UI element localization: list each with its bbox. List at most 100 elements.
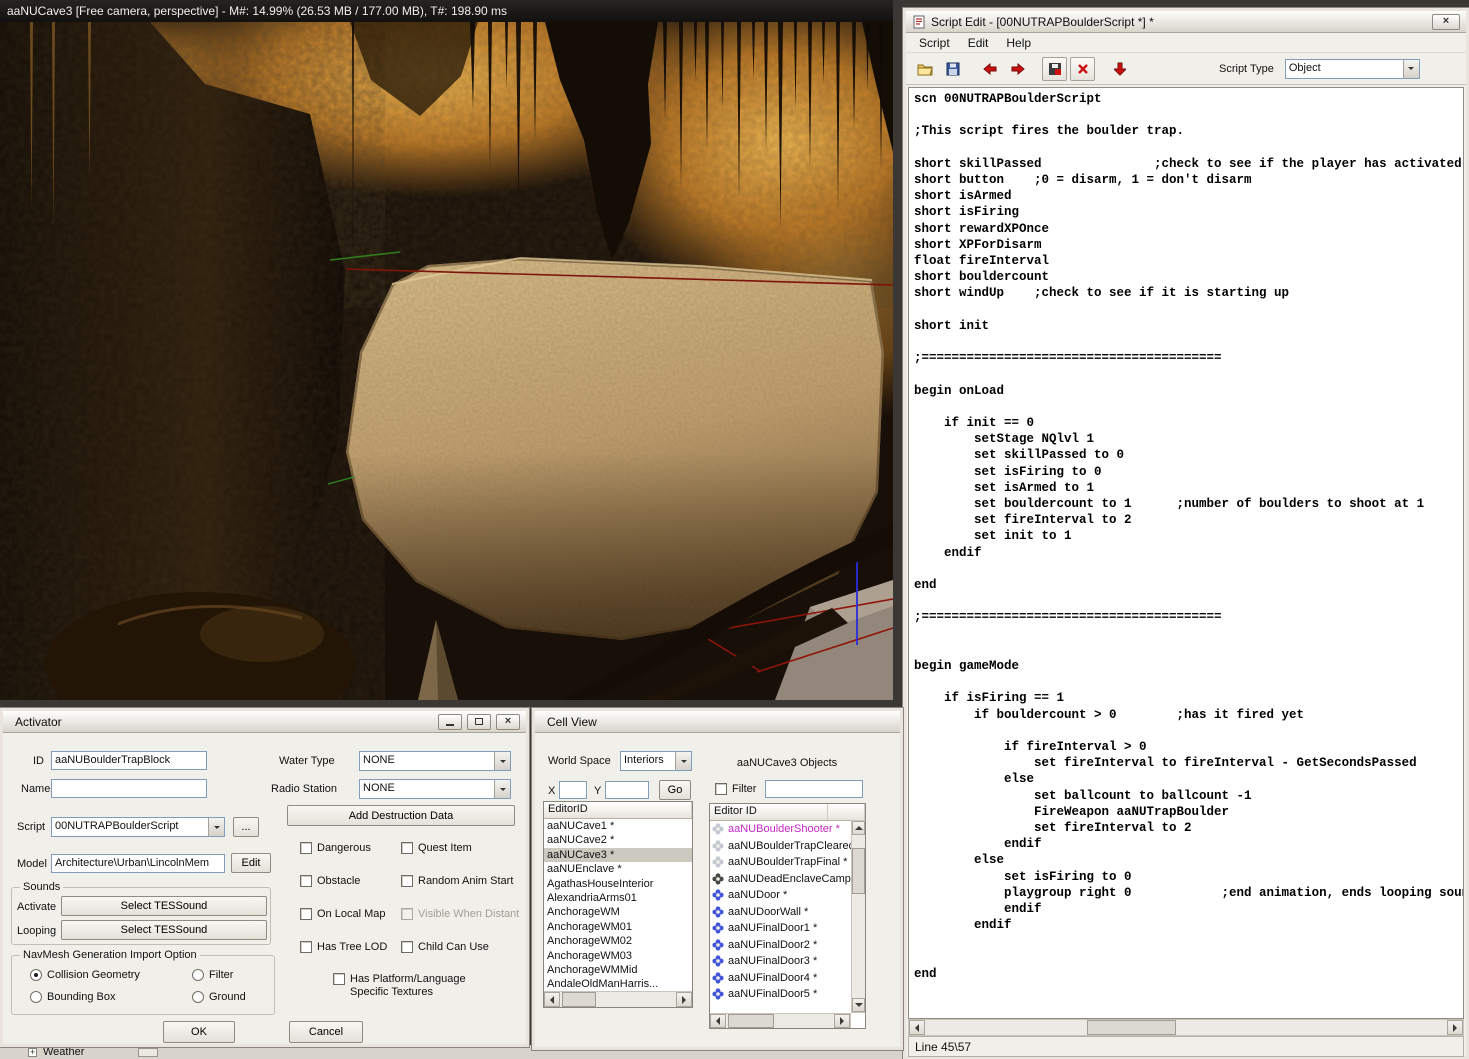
cell-row[interactable]: aaNUCave1 * — [544, 819, 692, 833]
object-row[interactable]: aaNUFinalDoor3 * — [710, 953, 851, 970]
radio-button[interactable] — [192, 969, 204, 981]
checkbox[interactable] — [333, 973, 345, 985]
model-edit-button[interactable]: Edit — [231, 853, 271, 873]
checkbox[interactable] — [401, 908, 413, 920]
menu-item[interactable]: Script — [910, 33, 959, 53]
object-row[interactable]: aaNUBoulderShooter * — [710, 821, 851, 838]
radio-button[interactable] — [192, 991, 204, 1003]
checkbox-option[interactable]: Obstacle — [300, 875, 387, 888]
scroll-left-button[interactable] — [909, 1020, 925, 1035]
cell-row[interactable]: AnchorageWM — [544, 905, 692, 919]
model-field[interactable]: Architecture\Urban\LincolnMem — [51, 854, 225, 873]
delete-script-button[interactable] — [1070, 57, 1095, 81]
filter-field[interactable] — [765, 780, 863, 798]
cell-row[interactable]: AnchorageWM01 — [544, 920, 692, 934]
combo-dropdown-button[interactable] — [675, 752, 691, 770]
scroll-thumb[interactable] — [562, 992, 596, 1007]
radio-option[interactable]: Bounding Box — [30, 991, 192, 1003]
close-button[interactable]: × — [496, 714, 520, 730]
script-text-area[interactable]: scn 00NUTRAPBoulderScript;This script fi… — [908, 87, 1464, 1019]
scroll-track[interactable] — [726, 1014, 834, 1028]
radio-option[interactable]: Filter — [192, 969, 274, 981]
looping-sound-button[interactable]: Select TESSound — [61, 920, 267, 940]
cell-row[interactable]: AnchorageWM02 — [544, 934, 692, 948]
object-row[interactable]: aaNUFinalDoor2 * — [710, 937, 851, 954]
cell-row[interactable]: AgathasHouseInterior — [544, 877, 692, 891]
tree-expander-icon[interactable]: + — [28, 1048, 37, 1057]
scroll-track[interactable] — [560, 992, 676, 1007]
checkbox[interactable] — [300, 842, 312, 854]
next-script-button[interactable] — [1005, 57, 1030, 81]
checkbox-option[interactable]: On Local Map — [300, 908, 387, 921]
radio-station-combo[interactable]: NONE — [359, 779, 511, 799]
scroll-thumb[interactable] — [728, 1014, 774, 1028]
object-row[interactable]: aaNUDeadEnclaveCamp — [710, 871, 851, 888]
checkbox[interactable] — [300, 908, 312, 920]
scroll-left-button[interactable] — [544, 992, 560, 1007]
cell-row[interactable]: aaNUEnclave * — [544, 862, 692, 876]
object-row[interactable]: aaNUBoulderTrapCleared — [710, 838, 851, 855]
id-field[interactable]: aaNUBoulderTrapBlock — [51, 751, 207, 770]
checkbox[interactable] — [300, 875, 312, 887]
script-edit-titlebar[interactable]: Script Edit - [00NUTRAPBoulderScript *] … — [906, 11, 1466, 33]
checkbox-option[interactable]: Random Anim Start — [401, 875, 519, 888]
scroll-right-button[interactable] — [1447, 1020, 1463, 1035]
save-compile-button[interactable] — [1042, 57, 1067, 81]
go-button[interactable]: Go — [659, 780, 691, 800]
filter-checkbox[interactable]: Filter — [715, 783, 756, 796]
scroll-right-button[interactable] — [676, 992, 692, 1007]
checkbox[interactable] — [300, 941, 312, 953]
open-script-button[interactable] — [912, 57, 937, 81]
checkbox-option[interactable]: Dangerous — [300, 842, 387, 855]
object-row[interactable]: aaNUFinalDoor4 * — [710, 970, 851, 987]
activate-sound-button[interactable]: Select TESSound — [61, 896, 267, 916]
scroll-down-button[interactable] — [852, 998, 865, 1012]
scroll-left-button[interactable] — [710, 1014, 726, 1028]
scroll-up-button[interactable] — [852, 821, 865, 835]
combo-dropdown-button[interactable] — [494, 780, 510, 798]
checkbox-option[interactable]: Quest Item — [401, 842, 519, 855]
cell-row[interactable]: AlexandriaArms01 — [544, 891, 692, 905]
scroll-thumb[interactable] — [1087, 1020, 1176, 1035]
object-list-body[interactable]: aaNUBoulderShooter * — [710, 821, 851, 1013]
combo-dropdown-button[interactable] — [208, 818, 224, 836]
name-field[interactable] — [51, 779, 207, 798]
radio-button[interactable] — [30, 969, 42, 981]
y-field[interactable] — [605, 781, 649, 799]
combo-dropdown-button[interactable] — [494, 752, 510, 770]
cell-row[interactable]: AndaleOldManHarris... — [544, 977, 692, 991]
cell-row[interactable]: aaNUCave3 * — [544, 848, 692, 862]
checkbox-option[interactable]: Visible When Distant — [401, 908, 519, 921]
ok-button[interactable]: OK — [163, 1021, 235, 1043]
add-destruction-data-button[interactable]: Add Destruction Data — [287, 805, 515, 826]
scroll-track[interactable] — [925, 1020, 1447, 1035]
render-window-titlebar[interactable]: aaNUCave3 [Free camera, perspective] - M… — [0, 0, 893, 22]
checkbox-option[interactable]: Child Can Use — [401, 941, 519, 954]
activator-titlebar[interactable]: Activator × — [3, 711, 526, 733]
editor-id-column-header[interactable]: Editor ID — [710, 804, 828, 820]
object-row[interactable]: aaNUDoor * — [710, 887, 851, 904]
cell-row[interactable]: AnchorageWMMid — [544, 963, 692, 977]
scroll-right-button[interactable] — [834, 1014, 850, 1028]
world-space-combo[interactable]: Interiors — [620, 751, 692, 771]
cell-row[interactable]: aaNUCave2 * — [544, 833, 692, 847]
script-h-scrollbar[interactable] — [908, 1019, 1464, 1036]
minimize-button[interactable] — [438, 714, 462, 730]
radio-option[interactable]: Ground — [192, 991, 274, 1003]
previous-script-button[interactable] — [977, 57, 1002, 81]
scroll-track[interactable] — [852, 835, 865, 998]
scroll-thumb[interactable] — [852, 848, 865, 894]
combo-dropdown-button[interactable] — [1403, 60, 1419, 78]
menu-item[interactable]: Help — [997, 33, 1040, 53]
script-browse-button[interactable]: ... — [233, 817, 259, 837]
object-row[interactable]: aaNUFinalDoor1 * — [710, 920, 851, 937]
weather-tree-item[interactable]: Weather — [43, 1046, 84, 1058]
object-row[interactable]: aaNUBoulderTrapFinal * — [710, 854, 851, 871]
maximize-button[interactable] — [467, 714, 491, 730]
platform-textures-checkbox[interactable]: Has Platform/Language Specific Textures — [333, 973, 473, 999]
radio-option[interactable]: Collision Geometry — [30, 969, 192, 981]
cell-row[interactable]: AnchorageWM03 — [544, 949, 692, 963]
checkbox-option[interactable]: Has Tree LOD — [300, 941, 387, 954]
recompile-all-button[interactable] — [1107, 57, 1132, 81]
checkbox[interactable] — [401, 941, 413, 953]
